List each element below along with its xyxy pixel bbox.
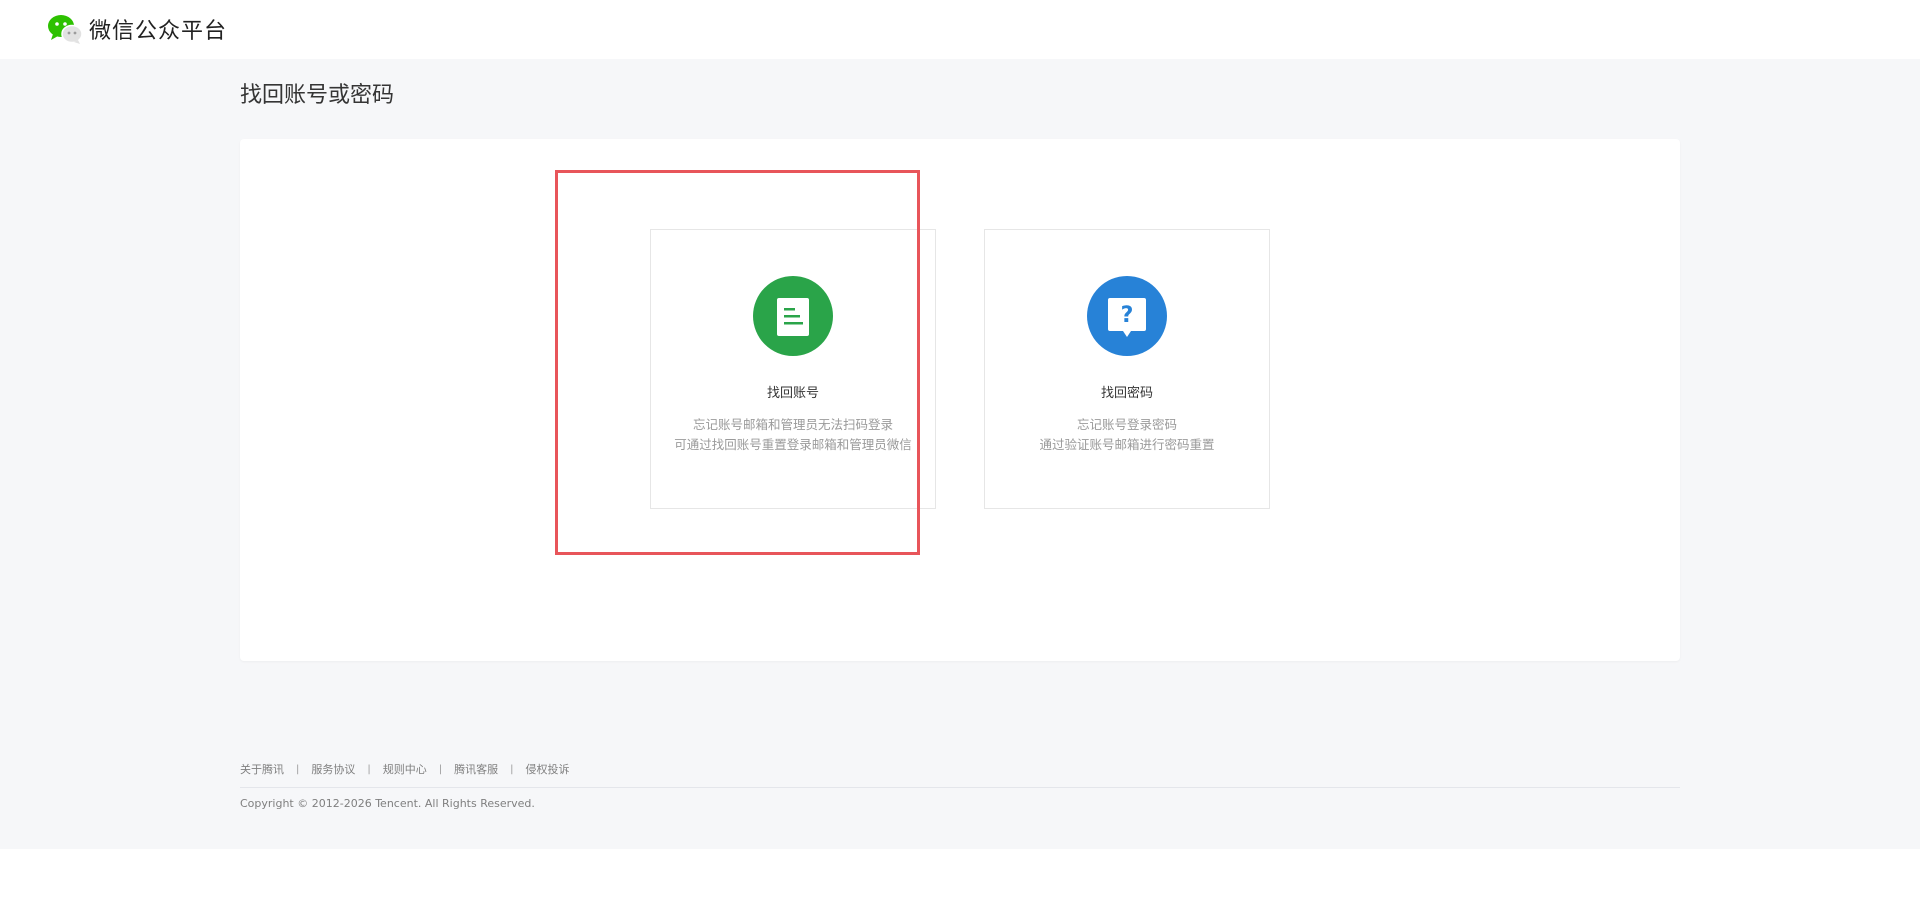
page-title: 找回账号或密码: [240, 83, 395, 108]
footer-link-infringement-complaint[interactable]: 侵权投诉: [526, 761, 570, 777]
footer-separator: |: [510, 763, 514, 775]
svg-text:?: ?: [1121, 303, 1134, 328]
card-description: 忘记账号邮箱和管理员无法扫码登录 可通过找回账号重置登录邮箱和管理员微信: [651, 415, 935, 455]
footer-separator: |: [296, 763, 300, 775]
top-bar: 微信公众平台: [0, 0, 1920, 59]
footer-divider: [240, 787, 1680, 788]
card-description-line: 忘记账号邮箱和管理员无法扫码登录: [692, 417, 893, 432]
card-title: 找回账号: [766, 386, 819, 401]
card-description-line: 通过验证账号邮箱进行密码重置: [1039, 437, 1215, 452]
recover-account-card[interactable]: 找回账号 忘记账号邮箱和管理员无法扫码登录 可通过找回账号重置登录邮箱和管理员微…: [650, 229, 936, 509]
footer-link-customer-service[interactable]: 腾讯客服: [454, 761, 498, 777]
logo-link[interactable]: 微信公众平台: [47, 13, 227, 45]
recover-password-card[interactable]: ? 找回密码 忘记账号登录密码 通过验证账号邮箱进行密码重置: [984, 229, 1270, 509]
card-description-line: 可通过找回账号重置登录邮箱和管理员微信: [674, 437, 912, 452]
footer-link-about[interactable]: 关于腾讯: [240, 761, 284, 777]
main-panel: [240, 139, 1680, 661]
footer-separator: |: [367, 763, 371, 775]
footer-link-service-agreement[interactable]: 服务协议: [311, 761, 355, 777]
footer-link-rules-center[interactable]: 规则中心: [383, 761, 427, 777]
footer-links: 关于腾讯 | 服务协议 | 规则中心 | 腾讯客服 | 侵权投诉: [240, 761, 570, 777]
document-icon: [753, 276, 833, 356]
logo-text: 微信公众平台: [89, 19, 228, 44]
card-description-line: 忘记账号登录密码: [1076, 417, 1177, 432]
card-description: 忘记账号登录密码 通过验证账号邮箱进行密码重置: [985, 415, 1269, 455]
card-title: 找回密码: [1100, 386, 1153, 401]
question-bubble-icon: ?: [1087, 276, 1167, 356]
copyright-text: Copyright © 2012-2026 Tencent. All Right…: [240, 797, 535, 810]
footer-separator: |: [438, 763, 443, 775]
wechat-logo-icon: [47, 13, 83, 45]
